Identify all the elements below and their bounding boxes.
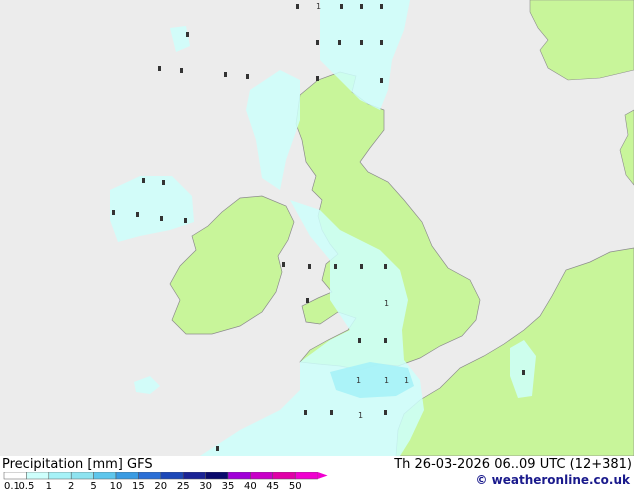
map-value-label: 1 — [384, 376, 389, 385]
marker-dot — [334, 264, 337, 269]
legend-tick-label: 25 — [177, 481, 190, 490]
legend-swatch — [48, 472, 72, 480]
marker-dot — [112, 210, 115, 215]
map-value-label: 1 — [358, 411, 363, 420]
legend-swatch — [294, 472, 318, 480]
marker-dot — [316, 40, 319, 45]
marker-dot — [360, 40, 363, 45]
marker-dot — [180, 68, 183, 73]
legend-tick-label: 50 — [289, 481, 302, 490]
marker-dot — [316, 76, 319, 81]
map-value-label: 1 — [384, 299, 389, 308]
legend-swatch — [227, 472, 251, 480]
marker-dot — [224, 72, 227, 77]
legend-swatch — [93, 472, 117, 480]
precip-legend: 0.10.5 1 2 5 10 15 20 25 30 35 40 45 50 — [3, 472, 328, 490]
marker-dot — [330, 410, 333, 415]
marker-dot — [340, 4, 343, 9]
marker-dot — [162, 180, 165, 185]
legend-tick-label: 2 — [68, 481, 74, 490]
legend-tick-label: 15 — [132, 481, 145, 490]
marker-dot — [522, 370, 525, 375]
legend-swatch — [182, 472, 206, 480]
marker-dot — [186, 32, 189, 37]
map-value-label: 1 — [356, 376, 361, 385]
marker-dot — [338, 40, 341, 45]
legend-swatch — [70, 472, 94, 480]
title-model: GFS — [127, 457, 153, 472]
legend-swatch — [138, 472, 162, 480]
marker-dot — [304, 410, 307, 415]
legend-swatch — [115, 472, 139, 480]
legend-swatch — [205, 472, 229, 480]
legend-swatch — [160, 472, 184, 480]
legend-tick-label: 5 — [90, 481, 96, 490]
marker-dot — [384, 410, 387, 415]
marker-dot — [380, 40, 383, 45]
marker-dot — [308, 264, 311, 269]
marker-dot — [282, 262, 285, 267]
marker-dot — [384, 264, 387, 269]
legend-swatch — [26, 472, 50, 480]
marker-dot — [306, 298, 309, 303]
legend-swatch — [272, 472, 296, 480]
marker-dot — [384, 338, 387, 343]
precipitation-map: 1 1 1 1 1 1 — [0, 0, 634, 456]
marker-dot — [216, 446, 219, 451]
marker-dot — [360, 4, 363, 9]
legend-tick-label: 30 — [199, 481, 212, 490]
legend-swatch — [250, 472, 274, 480]
map-value-label: 1 — [404, 376, 409, 385]
legend-tick-label: 45 — [266, 481, 279, 490]
marker-dot — [380, 4, 383, 9]
marker-dot — [158, 66, 161, 71]
marker-dot — [142, 178, 145, 183]
marker-dot — [358, 338, 361, 343]
valid-time: Th 26-03-2026 06..09 UTC (12+381) — [394, 457, 632, 472]
weather-map-page: 1 1 1 1 1 1 Precipitation [mm] GFS Th 26… — [0, 0, 634, 490]
marker-dot — [296, 4, 299, 9]
marker-dot — [136, 212, 139, 217]
site-credit: © weatheronline.co.uk — [475, 473, 630, 487]
marker-dot — [184, 218, 187, 223]
legend-tick-label: 0.5 — [18, 481, 34, 490]
marker-dot — [160, 216, 163, 221]
map-footer: Precipitation [mm] GFS Th 26-03-2026 06.… — [0, 456, 634, 490]
marker-dot — [380, 78, 383, 83]
legend-tick-label: 40 — [244, 481, 257, 490]
map-title: Precipitation [mm] GFS — [2, 457, 153, 472]
legend-tick-label: 20 — [154, 481, 167, 490]
legend-tick-label: 35 — [222, 481, 235, 490]
legend-arrow — [317, 472, 328, 479]
legend-swatches — [3, 472, 328, 480]
legend-tick-label: 10 — [110, 481, 123, 490]
legend-swatch — [3, 472, 27, 480]
marker-dot — [360, 264, 363, 269]
title-label: Precipitation [mm] — [2, 457, 123, 472]
marker-dot — [246, 74, 249, 79]
legend-labels: 0.10.5 1 2 5 10 15 20 25 30 35 40 45 50 — [4, 481, 302, 490]
map-value-label: 1 — [316, 2, 321, 11]
legend-tick-label: 1 — [46, 481, 52, 490]
